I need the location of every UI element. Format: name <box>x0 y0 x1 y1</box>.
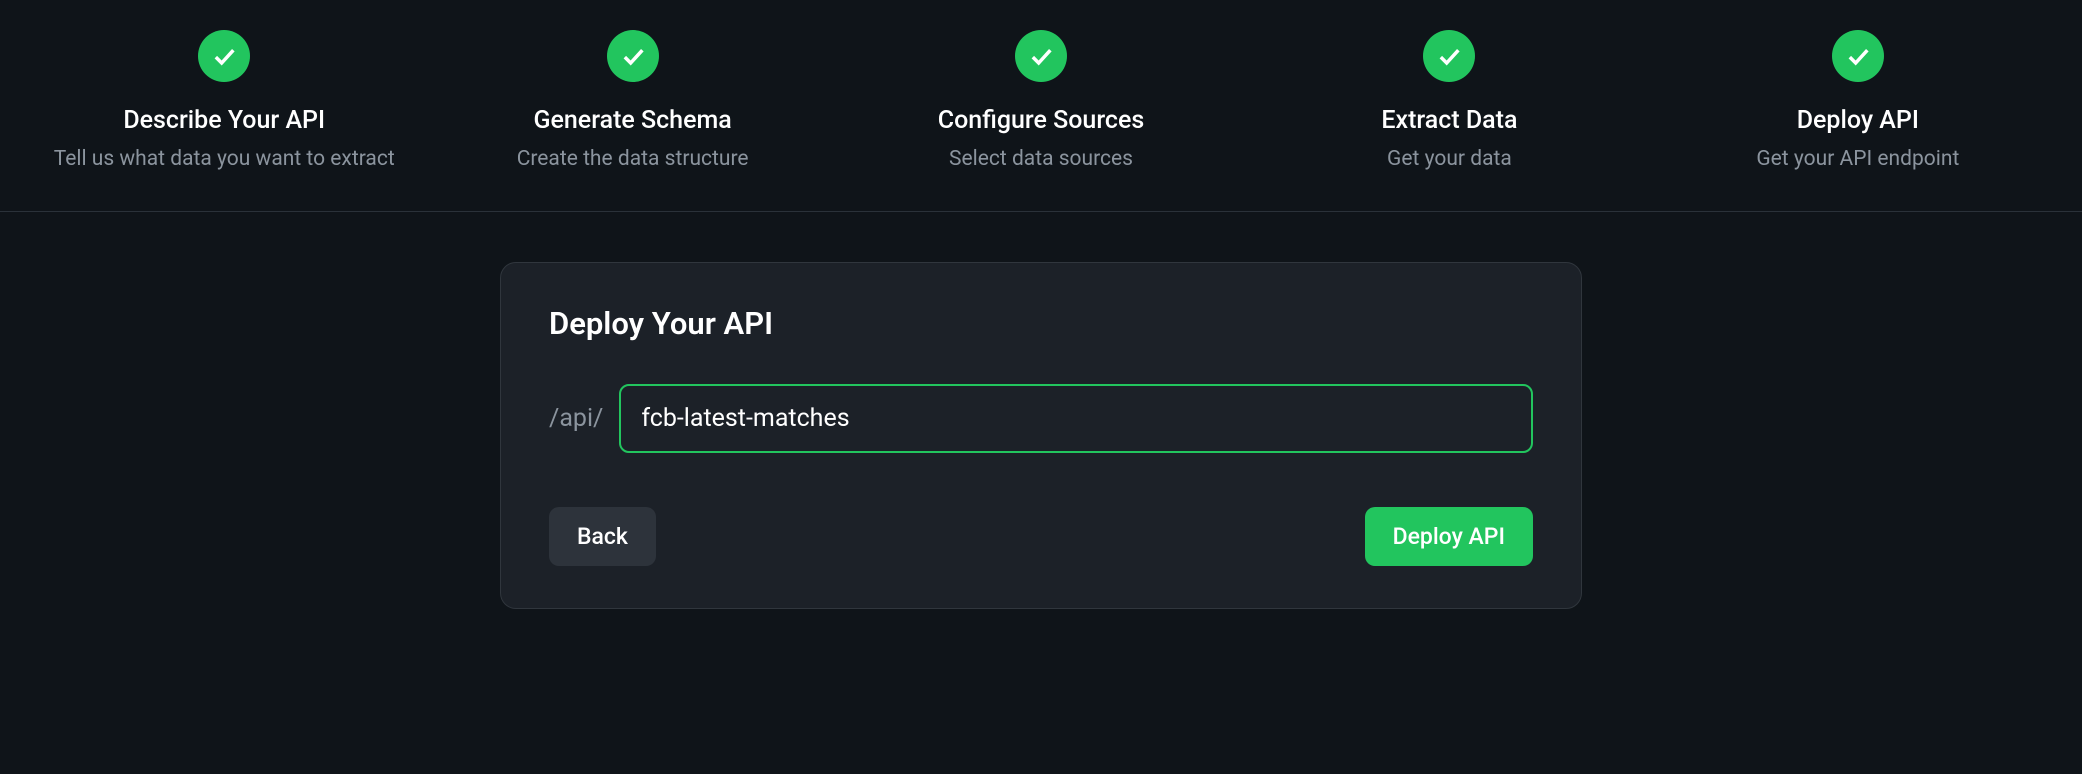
checkmark-icon <box>1423 30 1475 82</box>
api-path-prefix: /api/ <box>549 404 603 433</box>
step-title: Deploy API <box>1797 106 1919 135</box>
step-describe-api[interactable]: Describe Your API Tell us what data you … <box>20 30 428 171</box>
step-subtitle: Get your data <box>1387 147 1512 171</box>
step-title: Describe Your API <box>123 106 325 135</box>
back-button[interactable]: Back <box>549 507 656 566</box>
step-title: Configure Sources <box>938 106 1144 135</box>
step-configure-sources[interactable]: Configure Sources Select data sources <box>837 30 1245 171</box>
input-row: /api/ <box>549 384 1533 453</box>
button-row: Back Deploy API <box>549 507 1533 566</box>
step-title: Generate Schema <box>533 106 731 135</box>
checkmark-icon <box>1015 30 1067 82</box>
deploy-card: Deploy Your API /api/ Back Deploy API <box>500 262 1582 609</box>
step-subtitle: Create the data structure <box>517 147 749 171</box>
content-area: Deploy Your API /api/ Back Deploy API <box>0 212 2082 609</box>
card-title: Deploy Your API <box>549 305 1533 342</box>
step-title: Extract Data <box>1381 106 1517 135</box>
step-subtitle: Tell us what data you want to extract <box>54 147 395 171</box>
deploy-button[interactable]: Deploy API <box>1365 507 1533 566</box>
checkmark-icon <box>1832 30 1884 82</box>
step-subtitle: Select data sources <box>949 147 1133 171</box>
step-extract-data[interactable]: Extract Data Get your data <box>1245 30 1653 171</box>
checkmark-icon <box>198 30 250 82</box>
checkmark-icon <box>607 30 659 82</box>
step-deploy-api[interactable]: Deploy API Get your API endpoint <box>1654 30 2062 171</box>
step-generate-schema[interactable]: Generate Schema Create the data structur… <box>428 30 836 171</box>
stepper: Describe Your API Tell us what data you … <box>0 0 2082 212</box>
step-subtitle: Get your API endpoint <box>1756 147 1959 171</box>
api-name-input[interactable] <box>619 384 1533 453</box>
